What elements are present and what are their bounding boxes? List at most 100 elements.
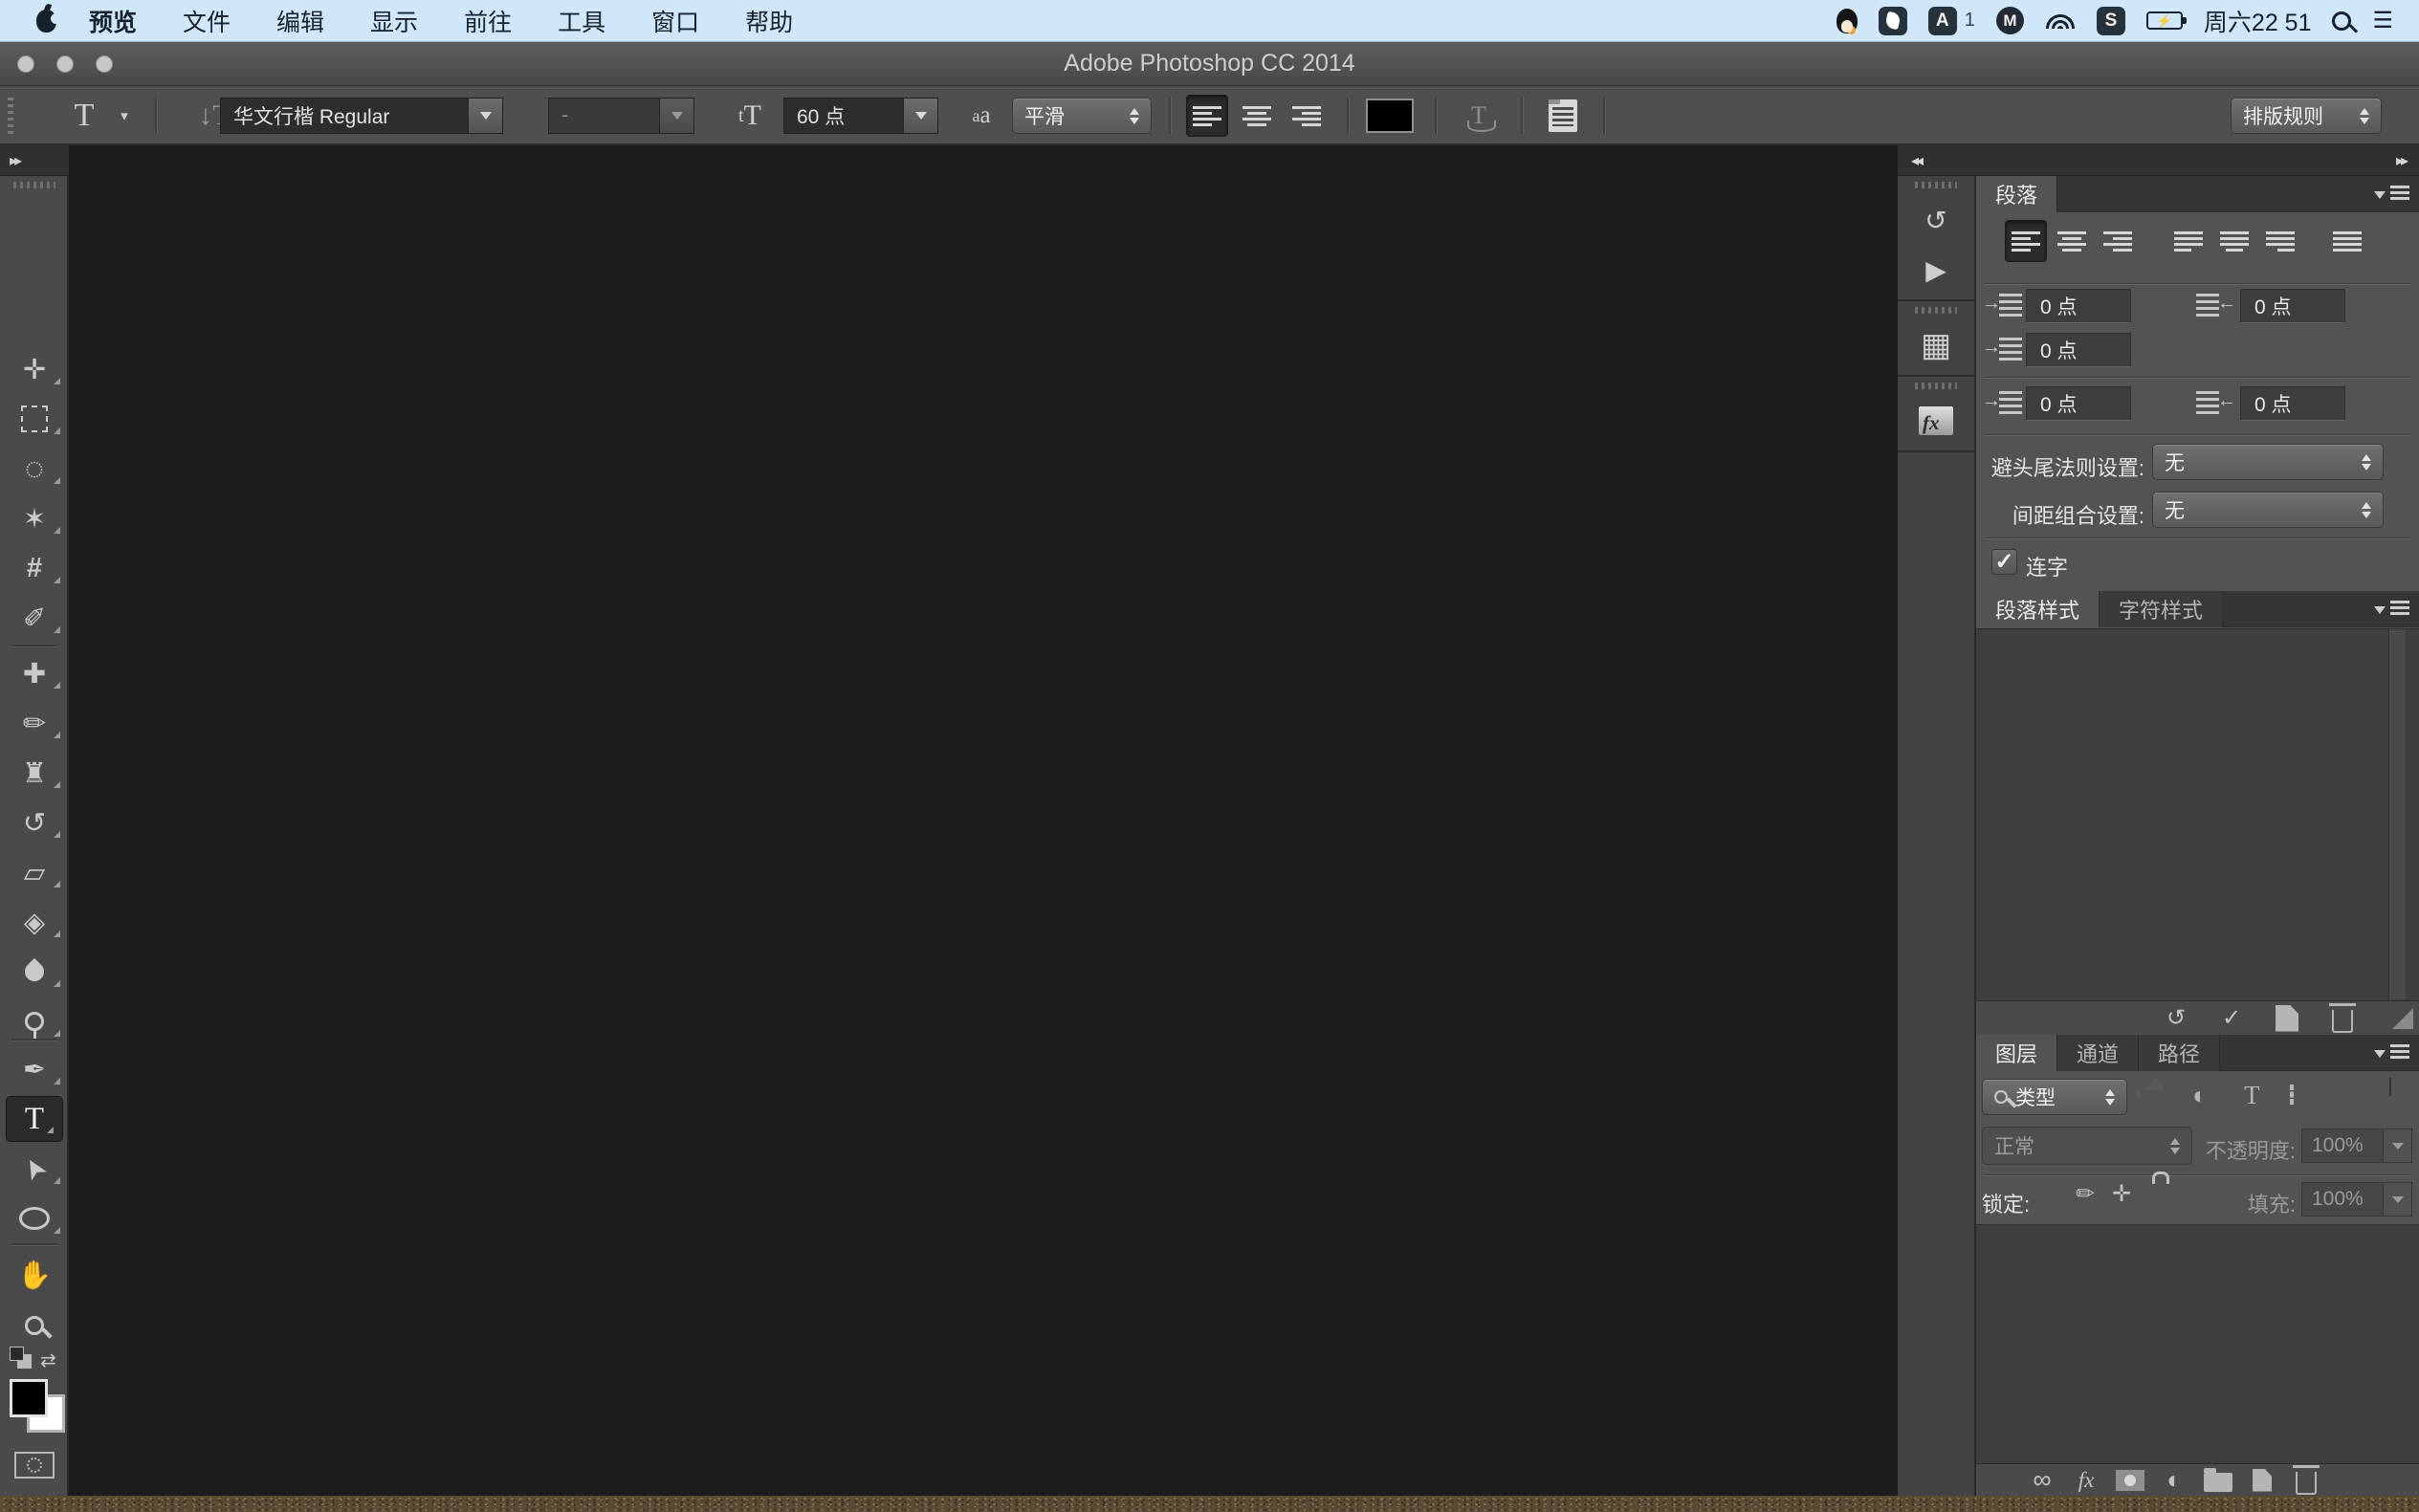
pen-tool[interactable]: ✒ [0,1046,69,1092]
notification-center-icon[interactable]: ☰ [2372,7,2392,34]
tab-channels[interactable]: 通道 [2057,1035,2139,1071]
dock-grip[interactable] [1915,383,1957,389]
lock-position-icon[interactable]: ✛ [2112,1180,2131,1208]
fill-field[interactable]: 100% [2301,1182,2412,1216]
link-layers-button[interactable]: ∞ [2020,1465,2064,1495]
type-tool[interactable]: T [6,1096,63,1142]
ellipse-tool[interactable] [0,1195,69,1241]
align-center-button[interactable] [1236,95,1278,137]
menu-file[interactable]: 文件 [160,4,253,38]
para-align-center-button[interactable] [2051,220,2093,262]
window-title-bar[interactable]: Adobe Photoshop CC 2014 [0,42,2419,86]
align-left-button[interactable] [1186,95,1228,137]
collapse-panels-icon[interactable]: ◂◂ [1911,151,1921,170]
menu-app[interactable]: 预览 [66,4,160,38]
history-brush-tool[interactable]: ↺ [0,800,69,845]
m-app-status-icon[interactable]: M [1996,7,2024,34]
tab-paragraph-styles[interactable]: 段落样式 [1976,591,2100,627]
menu-edit[interactable]: 编辑 [253,4,347,38]
justify-last-right-button[interactable] [2259,220,2301,262]
adobe-status-icon[interactable]: A [1928,7,1957,35]
filter-adjustment-icon[interactable]: ◐ [2192,1081,2208,1110]
history-panel-icon[interactable]: ↺ [1915,202,1957,238]
crop-tool[interactable]: # [0,545,69,591]
panel-menu-icon[interactable] [2374,1044,2409,1060]
close-button[interactable] [17,55,34,73]
magic-wand-tool[interactable]: ✶ [0,495,69,541]
font-family-arrow-icon[interactable] [468,99,502,133]
wifi-icon[interactable] [2045,12,2076,29]
new-layer-button[interactable] [2240,1469,2284,1492]
font-size-select[interactable]: 60 点 [783,98,938,134]
tab-paragraph[interactable]: 段落 [1976,176,2057,212]
move-tool[interactable]: ✛ [0,346,69,392]
notes-status-icon[interactable] [1879,7,1907,35]
delete-layer-button[interactable] [2284,1466,2328,1495]
tab-paths[interactable]: 路径 [2139,1035,2220,1071]
indent-right-field[interactable]: 0 点 [2240,289,2345,323]
menu-help[interactable]: 帮助 [722,4,816,38]
layer-style-button[interactable]: fx [2064,1468,2108,1493]
styles-scrollbar[interactable] [2388,629,2406,999]
menu-tools[interactable]: 工具 [535,4,628,38]
font-style-select[interactable]: - [548,98,694,134]
dock-grip[interactable] [1915,307,1957,314]
justify-last-center-button[interactable] [2213,220,2255,262]
toolbar-grip[interactable] [13,182,55,188]
adjustment-layer-button[interactable]: ◐ [2152,1465,2196,1495]
dodge-tool[interactable] [0,998,69,1044]
canvas-workspace[interactable] [69,145,1898,1496]
paint-bucket-tool[interactable]: ◈ [0,899,69,945]
options-grip[interactable] [8,98,13,134]
justify-last-left-button[interactable] [2167,220,2210,262]
fill-arrow-icon[interactable] [2383,1183,2411,1216]
type-tool-preset-icon[interactable]: T [55,86,113,145]
filter-shape-icon[interactable] [2290,1086,2294,1104]
mojikumi-select[interactable]: 无 [2152,492,2384,528]
hand-tool[interactable]: ✋ [0,1253,69,1299]
spotlight-search-icon[interactable] [2332,11,2351,31]
lock-image-icon[interactable]: ✏ [2076,1180,2095,1208]
lasso-tool[interactable]: ◌ [0,446,69,492]
layer-filter-select[interactable]: 类型 [1982,1079,2127,1115]
brush-tool[interactable]: ✏ [0,700,69,746]
tab-layers[interactable]: 图层 [1976,1035,2057,1071]
space-before-field[interactable]: 0 点 [2026,386,2131,421]
healing-brush-tool[interactable]: ✚ [0,650,69,696]
minimize-button[interactable] [56,55,74,73]
panel-menu-icon[interactable] [2374,601,2409,616]
para-align-left-button[interactable] [2005,220,2047,262]
swap-colors-icon[interactable]: ⇄ [40,1348,56,1372]
anti-alias-select[interactable]: 平滑 [1012,98,1152,134]
hyphenate-checkbox[interactable]: ✓ [1991,549,2017,575]
para-align-right-button[interactable] [2097,220,2139,262]
quick-mask-button[interactable] [0,1442,69,1488]
panel-menu-icon[interactable] [2374,186,2409,201]
font-family-select[interactable]: 华文行楷 Regular [220,98,503,134]
tool-preset-arrow-icon[interactable]: ▾ [115,86,134,145]
battery-icon[interactable]: ⚡ [2146,11,2183,30]
redefine-style-button[interactable]: ↺ [2154,1004,2198,1032]
toolbar-collapse-button[interactable]: ▸▸ [0,145,69,176]
actions-panel-icon[interactable]: ▶ [1915,252,1957,288]
opacity-field[interactable]: 100% [2301,1129,2412,1163]
tab-character-styles[interactable]: 字符样式 [2100,591,2223,627]
apple-menu-icon[interactable] [36,10,56,33]
justify-all-button[interactable] [2326,220,2368,262]
blend-mode-select[interactable]: 正常 [1982,1127,2192,1165]
filter-toggle-switch[interactable] [2389,1079,2391,1096]
foreground-color-swatch[interactable] [10,1379,48,1417]
menu-go[interactable]: 前往 [441,4,535,38]
warp-text-icon[interactable]: T [1450,86,1507,145]
indent-first-line-field[interactable]: 0 点 [2026,333,2131,367]
text-color-swatch[interactable] [1366,99,1414,133]
font-size-arrow-icon[interactable] [903,99,937,133]
path-select-tool[interactable]: ➤ [0,1146,69,1192]
space-after-field[interactable]: 0 点 [2240,386,2345,421]
filter-type-icon[interactable]: T [2244,1081,2260,1110]
sogou-status-icon[interactable]: S [2097,7,2125,35]
blur-tool[interactable] [0,949,69,995]
default-colors-icon[interactable] [10,1347,24,1361]
menu-window[interactable]: 窗口 [628,4,722,38]
add-mask-button[interactable] [2108,1470,2152,1491]
